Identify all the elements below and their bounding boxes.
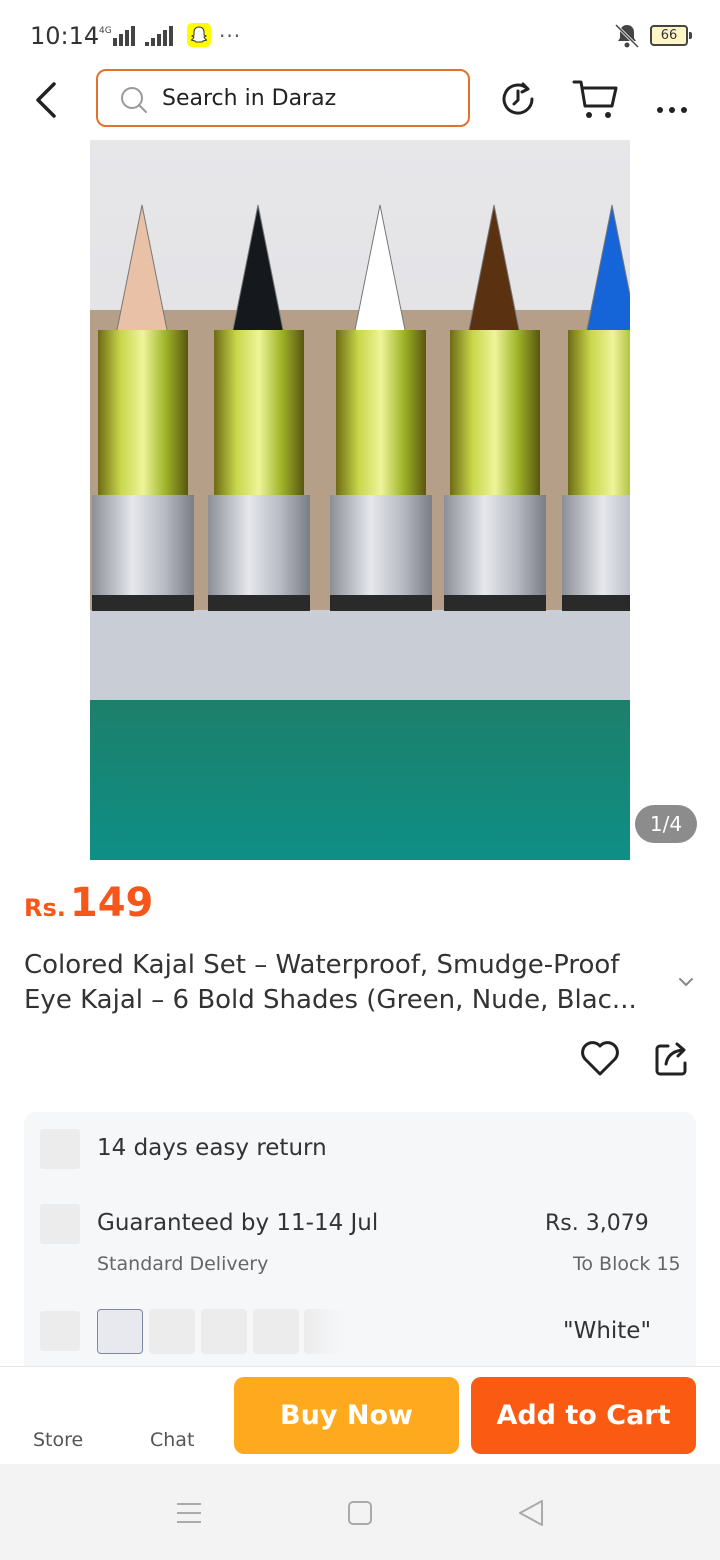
back-triangle-icon[interactable] — [516, 1498, 546, 1528]
snapchat-icon — [187, 23, 211, 47]
chevron-down-icon[interactable] — [676, 972, 696, 992]
variant-thumb-2[interactable] — [149, 1309, 195, 1354]
kajal-photo — [90, 140, 630, 860]
search-icon — [121, 87, 147, 113]
product-title-line1: Colored Kajal Set – Waterproof, Smudge-P… — [24, 950, 620, 980]
price-value: 149 — [69, 880, 154, 926]
delivery-location[interactable]: To Block 15 — [573, 1253, 681, 1275]
more-dots-icon: ··· — [219, 24, 242, 48]
back-icon[interactable] — [28, 78, 68, 122]
more-icon[interactable] — [652, 78, 692, 120]
variant-thumb-1[interactable] — [97, 1309, 143, 1354]
delivery-price: Rs. 3,079 — [545, 1211, 649, 1236]
history-icon[interactable] — [497, 78, 539, 120]
price-currency: Rs. — [24, 894, 66, 922]
return-icon — [40, 1129, 80, 1169]
delivery-guarantee[interactable]: Guaranteed by 11-14 Jul — [97, 1210, 378, 1236]
chat-link[interactable]: Chat — [150, 1429, 194, 1451]
variant-thumb-5[interactable] — [304, 1309, 344, 1354]
product-title-line2: Eye Kajal – 6 Bold Shades (Green, Nude, … — [24, 985, 637, 1015]
search-placeholder: Search in Daraz — [162, 86, 337, 111]
share-icon[interactable] — [652, 1038, 692, 1078]
status-bar: 10:14 4G ··· 66 — [0, 0, 720, 70]
search-input[interactable]: Search in Daraz — [96, 69, 470, 127]
menu-icon[interactable] — [174, 1498, 204, 1528]
svg-text:4G: 4G — [99, 26, 112, 36]
bottom-action-bar: Store Chat Buy Now Add to Cart — [0, 1366, 720, 1464]
heart-icon[interactable] — [578, 1036, 622, 1080]
product-title: Colored Kajal Set – Waterproof, Smudge-P… — [24, 948, 674, 1018]
product-image[interactable] — [90, 140, 630, 860]
variant-thumb-4[interactable] — [253, 1309, 299, 1354]
silent-bell-icon — [614, 23, 640, 49]
signal-icon: 4G — [99, 26, 173, 46]
top-header: Search in Daraz — [0, 66, 720, 132]
image-counter: 1/4 — [635, 805, 697, 843]
variant-icon — [40, 1311, 80, 1351]
buy-now-button[interactable]: Buy Now — [234, 1377, 459, 1454]
battery-icon: 66 — [650, 25, 692, 46]
system-nav-bar — [0, 1464, 720, 1560]
home-icon[interactable] — [345, 1498, 375, 1528]
status-time: 10:14 — [30, 22, 100, 50]
product-price: Rs. 149 — [24, 880, 153, 926]
return-policy[interactable]: 14 days easy return — [97, 1135, 327, 1161]
delivery-type: Standard Delivery — [97, 1253, 269, 1275]
add-to-cart-button[interactable]: Add to Cart — [471, 1377, 696, 1454]
variant-thumb-3[interactable] — [201, 1309, 247, 1354]
variant-selected-label: "White" — [563, 1318, 652, 1344]
delivery-icon — [40, 1204, 80, 1244]
cart-icon[interactable] — [572, 78, 618, 120]
store-link[interactable]: Store — [33, 1429, 83, 1451]
info-card: 14 days easy return Guaranteed by 11-14 … — [24, 1112, 696, 1382]
